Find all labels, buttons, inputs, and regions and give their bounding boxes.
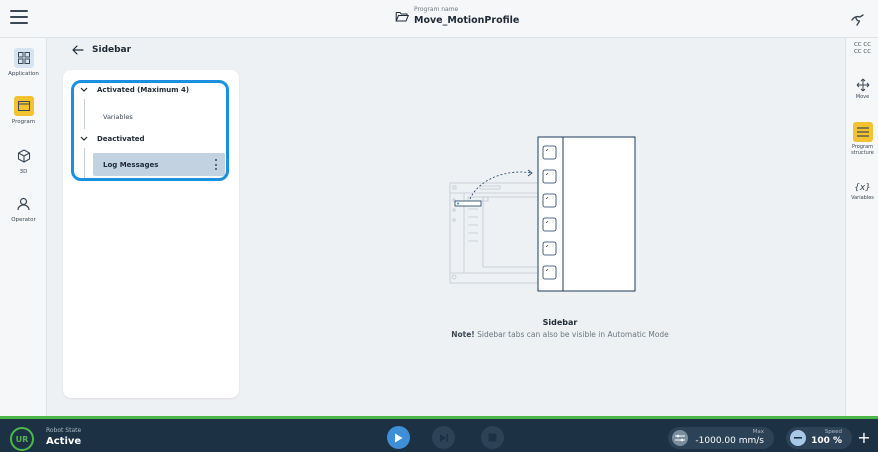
robot-state-label: Robot State [46,427,82,434]
highlight-outline [71,80,229,181]
nav-label-operator: Operator [11,217,36,223]
play-button[interactable] [387,426,410,449]
program-name-value: Move_MotionProfile [414,15,520,26]
nav-label-application: Application [8,71,39,77]
top-bar: Program name Move_MotionProfile [0,0,878,38]
cc-line-1: CC CC [853,42,872,48]
variables-label: Variables [851,195,874,201]
minus-icon[interactable] [790,430,806,446]
nav-item-operator[interactable]: Operator [0,194,47,223]
rb-item-cc[interactable]: CC CC CC CC [846,42,878,56]
illustration-caption: Sidebar Note! Sidebar tabs can also be v… [370,318,750,339]
nav-label-program: Program [11,119,36,125]
program-name-label: Program name [414,6,459,13]
rb-item-variables[interactable]: {x} Variables [846,183,878,201]
nav-label-3d: 3D [19,169,28,175]
page-title: Sidebar [92,45,132,55]
max-label: Max [752,429,764,435]
user-icon [14,194,34,214]
footer-bar: UR Robot State Active Max -1000.00 mm/s … [0,416,878,452]
program-name-header[interactable]: Program name Move_MotionProfile [395,6,519,27]
step-button[interactable] [432,426,455,449]
rb-item-program-structure[interactable]: Program structure [846,122,878,156]
move-label: Move [855,94,870,100]
robot-state-value: Active [46,436,82,447]
speed-label: Speed [824,429,842,435]
plus-icon[interactable]: + [856,426,872,448]
speed-value: 100 % [811,436,842,446]
illustration-note-bold: Note! [451,330,475,339]
folder-open-icon [395,12,409,22]
robot-hand-icon[interactable] [850,11,866,27]
play-icon [395,433,403,442]
back-row: Sidebar [72,45,131,55]
rb-item-move[interactable]: Move [846,78,878,100]
nav-item-application[interactable]: Application [0,48,47,77]
left-navigation: Application Program 3D Operator [0,38,47,416]
cc-line-2: CC CC [853,49,872,55]
stop-button[interactable] [481,426,504,449]
arrow-left-icon[interactable] [72,45,84,55]
grid-icon [13,48,34,68]
illustration-title: Sidebar [542,318,578,327]
max-value: -1000.00 mm/s [695,436,764,446]
speed-control[interactable]: Speed 100 % [786,427,852,449]
nav-item-program[interactable]: Program [0,96,47,125]
robot-state[interactable]: Robot State Active [46,427,81,448]
hamburger-menu-icon[interactable] [10,10,28,24]
sidebar-illustration [449,136,636,292]
program-window-icon [13,96,34,116]
illustration-note-text: Sidebar tabs can also be visible in Auto… [474,330,669,339]
max-speed-control[interactable]: Max -1000.00 mm/s [668,427,774,449]
cube-icon [14,146,34,166]
variables-icon: {x} [854,183,871,193]
move-arrows-icon [856,78,869,92]
nav-item-3d[interactable]: 3D [0,146,47,175]
step-forward-icon [439,433,448,442]
stop-icon [488,433,497,442]
ur-logo: UR [10,427,34,451]
illustration-note: Note! Sidebar tabs can also be visible i… [370,330,750,339]
program-structure-label-2: structure [851,150,874,156]
right-sidebar: CC CC CC CC Move Program structure {x} V… [845,38,878,416]
sliders-icon [672,430,688,446]
list-icon [852,122,873,142]
